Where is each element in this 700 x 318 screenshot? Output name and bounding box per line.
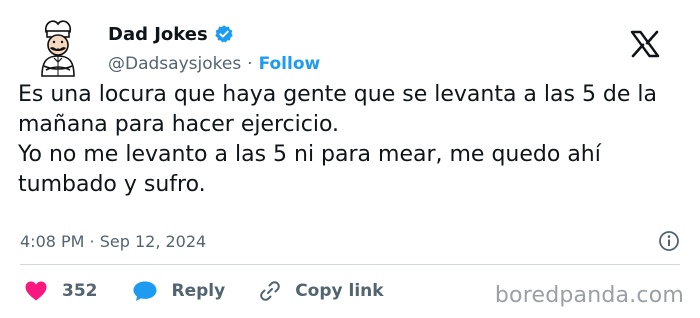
x-logo-icon[interactable] [630, 30, 660, 58]
verified-badge-icon [214, 25, 233, 43]
copy-link-button[interactable]: Copy link [259, 280, 384, 302]
heart-icon [25, 281, 47, 301]
handle-row: @Dadsaysjokes · Follow [108, 54, 320, 74]
reply-label: Reply [171, 281, 226, 301]
tweet-actions: 352 Reply Copy link [24, 276, 418, 306]
reply-button[interactable]: Reply [132, 280, 226, 302]
divider [20, 264, 680, 265]
tweet-card: Dad Jokes @Dadsaysjokes · Follow Es una … [0, 0, 700, 318]
watermark: boredpanda.com [494, 283, 684, 308]
reply-bubble-icon [133, 281, 156, 301]
copy-link-label: Copy link [295, 281, 384, 301]
timestamp[interactable]: 4:08 PM · Sep 12, 2024 [20, 232, 206, 251]
tweet-meta: 4:08 PM · Sep 12, 2024 [20, 228, 680, 254]
name-row: Dad Jokes [108, 20, 320, 48]
handle[interactable]: @Dadsaysjokes [108, 54, 241, 74]
info-icon[interactable] [658, 230, 680, 252]
tweet-header: Dad Jokes @Dadsaysjokes · Follow [20, 10, 680, 77]
separator-dot: · [247, 54, 253, 74]
tweet-text-line-1: Es una locura que haya gente que se leva… [18, 82, 665, 137]
author-info: Dad Jokes @Dadsaysjokes · Follow [108, 20, 320, 75]
display-name[interactable]: Dad Jokes [108, 24, 208, 45]
follow-button[interactable]: Follow [259, 54, 321, 74]
avatar[interactable] [32, 18, 84, 78]
tweet-text: Es una locura que haya gente que se leva… [18, 80, 686, 200]
like-count: 352 [62, 281, 98, 301]
link-icon [260, 281, 280, 301]
like-button[interactable]: 352 [24, 280, 98, 302]
tweet-text-line-2: Yo no me levanto a las 5 ni para mear, m… [18, 142, 608, 197]
